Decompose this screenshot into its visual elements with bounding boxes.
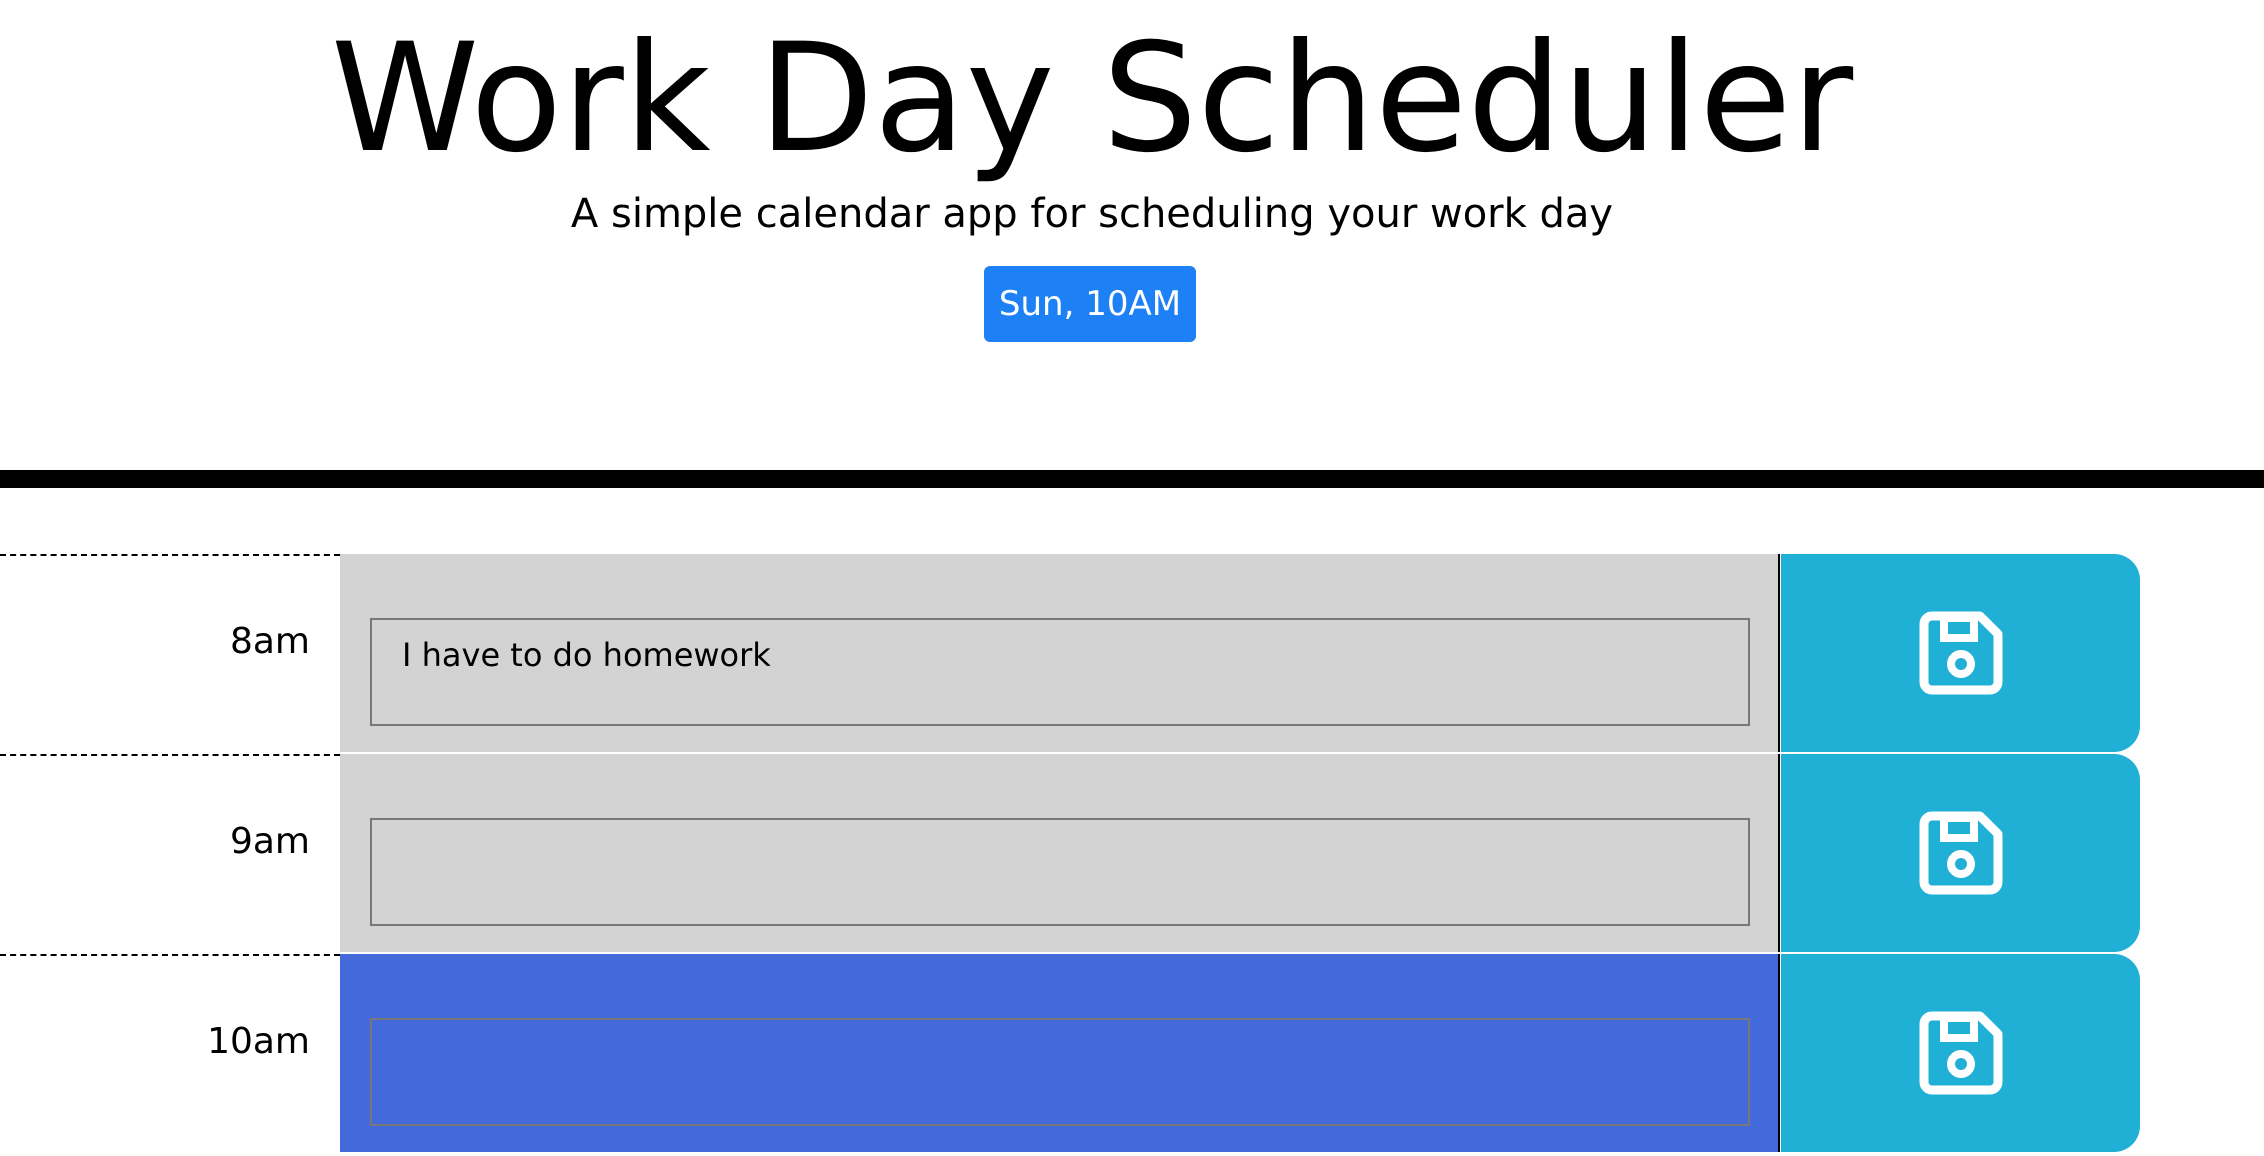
current-day-badge: Sun, 10AM xyxy=(984,266,1196,342)
save-button[interactable] xyxy=(1781,754,2140,952)
description-cell: I have to do homework xyxy=(340,554,1780,752)
task-input[interactable] xyxy=(370,818,1750,926)
time-block-row: 10am xyxy=(0,954,2264,1152)
save-button[interactable] xyxy=(1781,554,2140,752)
floppy-disk-icon xyxy=(1919,1011,2002,1095)
hour-label: 8am xyxy=(229,621,310,662)
header-divider xyxy=(0,470,2264,488)
hour-cell: 8am xyxy=(0,554,340,752)
task-input[interactable]: I have to do homework xyxy=(370,618,1750,726)
hour-label: 10am xyxy=(207,1021,310,1062)
description-cell xyxy=(340,954,1780,1152)
hour-cell: 10am xyxy=(0,954,340,1152)
time-block-row: 9am xyxy=(0,754,2264,952)
floppy-disk-icon xyxy=(1919,811,2002,895)
floppy-disk-icon xyxy=(1919,611,2002,695)
save-button[interactable] xyxy=(1781,954,2140,1152)
time-block-row: 8am I have to do homework xyxy=(0,554,2264,752)
page-title: Work Day Scheduler xyxy=(330,12,1854,186)
hour-label: 9am xyxy=(229,821,310,862)
task-input[interactable] xyxy=(370,1018,1750,1126)
hour-cell: 9am xyxy=(0,754,340,952)
page-subtitle: A simple calendar app for scheduling you… xyxy=(570,191,1614,237)
description-cell xyxy=(340,754,1780,952)
